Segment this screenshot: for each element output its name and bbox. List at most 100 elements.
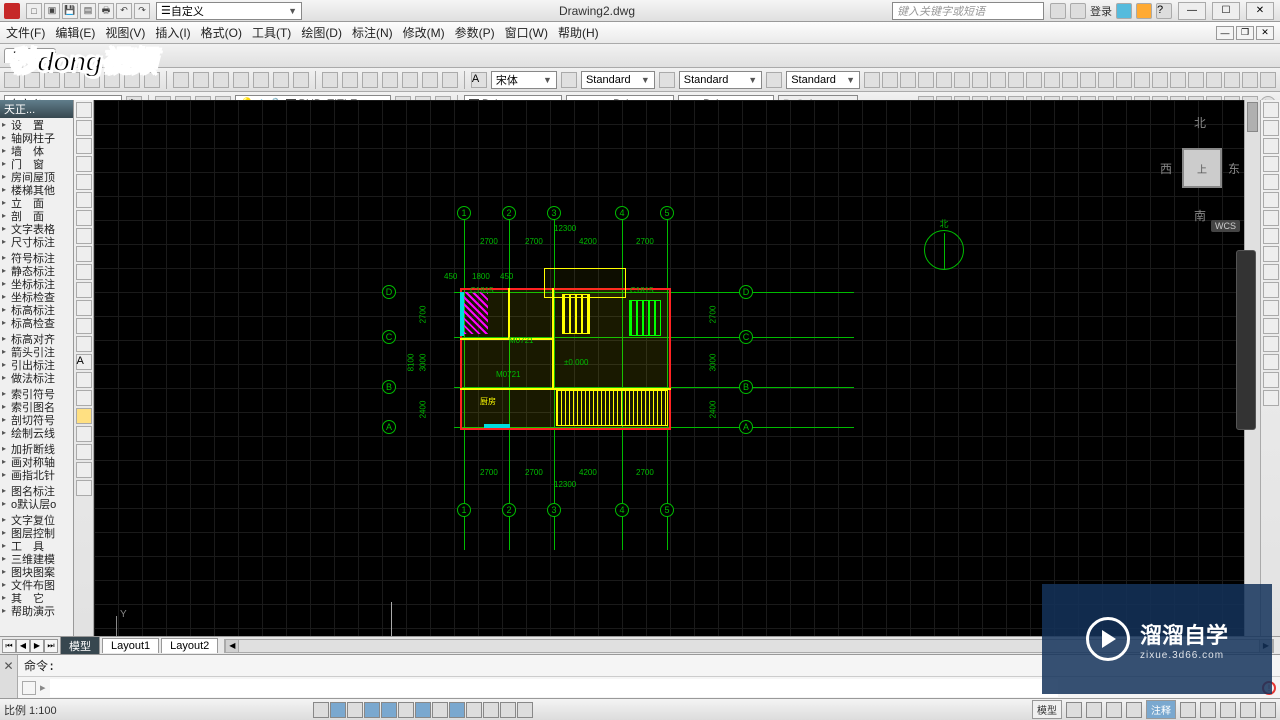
rtool-icon[interactable] <box>1263 390 1279 406</box>
vtool-icon[interactable] <box>76 228 92 244</box>
dimtool-icon[interactable] <box>1098 72 1114 88</box>
vtool-icon[interactable] <box>76 156 92 172</box>
tool-icon[interactable] <box>84 72 100 88</box>
rtool-icon[interactable] <box>1263 192 1279 208</box>
rtool-icon[interactable] <box>1263 372 1279 388</box>
tool-icon[interactable] <box>64 72 80 88</box>
vtool-icon[interactable] <box>76 462 92 478</box>
dyn-toggle[interactable] <box>449 702 465 718</box>
menu-window[interactable]: 窗口(W) <box>505 24 548 41</box>
dimtool-icon[interactable] <box>1188 72 1204 88</box>
vtool-icon[interactable] <box>76 480 92 496</box>
osnap-toggle[interactable] <box>381 702 397 718</box>
workspace-combo[interactable]: ☰ 自定义▼ <box>156 2 302 20</box>
sb-icon[interactable] <box>1066 702 1082 718</box>
search-icon[interactable] <box>1050 3 1066 19</box>
tool-icon[interactable] <box>144 72 160 88</box>
viewcube[interactable]: 北 南 东 西 上 <box>1160 114 1240 224</box>
menu-tools[interactable]: 工具(T) <box>252 24 291 41</box>
menu-insert[interactable]: 插入(I) <box>155 24 190 41</box>
help-search-input[interactable]: 键入关键字或短语 <box>892 2 1044 20</box>
dimtool-icon[interactable] <box>1044 72 1060 88</box>
menu-view[interactable]: 视图(V) <box>105 24 145 41</box>
tool-icon[interactable] <box>362 72 378 88</box>
rtool-icon[interactable] <box>1263 102 1279 118</box>
vtool-icon[interactable] <box>76 120 92 136</box>
grid-toggle[interactable] <box>330 702 346 718</box>
rtool-icon[interactable] <box>1263 354 1279 370</box>
qat-saveas-icon[interactable]: ▤ <box>80 3 96 19</box>
dimtool-icon[interactable] <box>1080 72 1096 88</box>
pan-icon[interactable] <box>173 72 189 88</box>
dimtool-icon[interactable] <box>1242 72 1258 88</box>
menu-edit[interactable]: 编辑(E) <box>55 24 95 41</box>
qat-print-icon[interactable]: 🖶 <box>98 3 114 19</box>
vtool-icon[interactable] <box>76 210 92 226</box>
tree-item[interactable]: ▸尺寸标注 <box>0 235 73 248</box>
sb-icon[interactable] <box>1126 702 1142 718</box>
tool-icon[interactable] <box>124 72 140 88</box>
tree-item[interactable]: ▸帮助演示 <box>0 604 73 617</box>
help-icon[interactable]: ? <box>1156 3 1172 19</box>
rtool-icon[interactable] <box>1263 156 1279 172</box>
exchange-icon[interactable] <box>1116 3 1132 19</box>
dimtool-icon[interactable] <box>900 72 916 88</box>
wcs-badge[interactable]: WCS <box>1211 220 1240 232</box>
tool-icon[interactable] <box>24 72 40 88</box>
vtool-icon[interactable] <box>76 426 92 442</box>
dimstyle-icon[interactable] <box>659 72 675 88</box>
dimtool-icon[interactable] <box>1260 72 1276 88</box>
rtool-icon[interactable] <box>1263 174 1279 190</box>
tree-item[interactable]: ▸绘制云线 <box>0 426 73 439</box>
qp-toggle[interactable] <box>500 702 516 718</box>
snap-toggle[interactable] <box>313 702 329 718</box>
vtool-icon[interactable] <box>76 372 92 388</box>
tab-layout1[interactable]: Layout1 <box>102 638 159 653</box>
mdi-close-button[interactable]: ✕ <box>1256 26 1274 40</box>
rtool-icon[interactable] <box>1263 120 1279 136</box>
font-combo[interactable]: 宋体▼ <box>491 71 557 89</box>
rtool-icon[interactable] <box>1263 318 1279 334</box>
tab-layout2[interactable]: Layout2 <box>161 638 218 653</box>
command-tree[interactable]: ▸设 置▸轴网柱子▸墙 体▸门 窗▸房间屋顶▸楼梯其他▸立 面▸剖 面▸文字表格… <box>0 118 73 698</box>
vtool-icon[interactable] <box>76 300 92 316</box>
dimtool-icon[interactable] <box>918 72 934 88</box>
qat-redo-icon[interactable]: ↷ <box>134 3 150 19</box>
scale-label[interactable]: 比例 1:100 <box>4 702 57 718</box>
tab-next-icon[interactable]: ▶ <box>30 639 44 653</box>
vtool-icon[interactable] <box>76 336 92 352</box>
qat-save-icon[interactable]: 💾 <box>62 3 78 19</box>
qat-open-icon[interactable]: ▣ <box>44 3 60 19</box>
menu-help[interactable]: 帮助(H) <box>558 24 599 41</box>
qat-new-icon[interactable]: □ <box>26 3 42 19</box>
dimtool-icon[interactable] <box>1170 72 1186 88</box>
menu-format[interactable]: 格式(O) <box>201 24 242 41</box>
command-input[interactable] <box>50 679 1058 697</box>
rtool-icon[interactable] <box>1263 300 1279 316</box>
vtool-icon[interactable] <box>76 318 92 334</box>
vtool-icon[interactable] <box>76 174 92 190</box>
sb-icon[interactable] <box>1200 702 1216 718</box>
drawing-tab[interactable]: Draw... <box>4 48 56 63</box>
menu-draw[interactable]: 绘图(D) <box>301 24 342 41</box>
tree-item[interactable]: ▸做法标注 <box>0 371 73 384</box>
sb-icon[interactable] <box>1180 702 1196 718</box>
ortho-toggle[interactable] <box>347 702 363 718</box>
vtool-icon[interactable] <box>76 246 92 262</box>
zoom-icon[interactable] <box>193 72 209 88</box>
tool-icon[interactable] <box>442 72 458 88</box>
menu-parametric[interactable]: 参数(P) <box>455 24 495 41</box>
sb-icon[interactable] <box>1240 702 1256 718</box>
rtool-icon[interactable] <box>1263 138 1279 154</box>
rtool-icon[interactable] <box>1263 246 1279 262</box>
otrack-toggle[interactable] <box>415 702 431 718</box>
sb-icon[interactable] <box>1260 702 1276 718</box>
viewcube-south[interactable]: 南 <box>1194 207 1206 224</box>
dimtool-icon[interactable] <box>1008 72 1024 88</box>
textstyle-combo[interactable]: Standard▼ <box>581 71 655 89</box>
sb-icon[interactable] <box>1086 702 1102 718</box>
viewcube-east[interactable]: 东 <box>1228 160 1240 177</box>
autodesk360-icon[interactable] <box>1136 3 1152 19</box>
dimtool-icon[interactable] <box>954 72 970 88</box>
zoom-icon[interactable] <box>273 72 289 88</box>
